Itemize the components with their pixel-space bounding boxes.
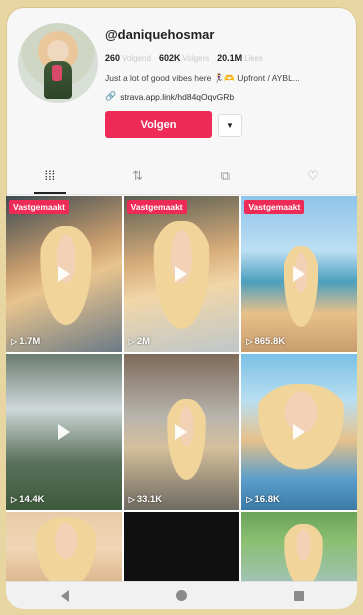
bookmark-icon: ⧉ xyxy=(220,167,231,183)
play-icon xyxy=(175,266,188,282)
system-nav-bar xyxy=(6,581,357,609)
tab-reposts[interactable]: ⇅ xyxy=(94,157,182,194)
tab-favorites[interactable]: ⧉ xyxy=(182,157,270,194)
nav-back-button[interactable] xyxy=(45,584,85,608)
play-count-icon: ▷ xyxy=(128,495,135,504)
tab-liked[interactable]: ♡ xyxy=(269,157,357,194)
nav-home-button[interactable] xyxy=(162,584,202,608)
video-tile[interactable] xyxy=(6,512,122,585)
play-icon xyxy=(293,424,306,440)
video-tile[interactable]: Vastgemaakt ▷ 865.8K xyxy=(241,196,357,352)
profile-header: @daniquehosmar 260 Volgend 602K Volgers 20… xyxy=(6,7,357,157)
liked-icon: ♡ xyxy=(307,167,319,183)
play-count-icon: ▷ xyxy=(246,495,253,504)
avatar[interactable] xyxy=(18,23,98,103)
video-grid: Vastgemaakt ▷ 1.7M Vastgemaakt ▷ 2M Vastge… xyxy=(6,196,357,585)
follow-button[interactable]: Volgen xyxy=(105,111,212,138)
stat-followers[interactable]: 602K Volgers xyxy=(159,53,209,63)
video-tile[interactable]: ▷ 16.8K xyxy=(241,354,357,510)
view-count: ▷ 865.8K xyxy=(246,336,286,347)
video-tile[interactable] xyxy=(123,512,240,585)
play-count-icon: ▷ xyxy=(246,337,253,346)
video-tile[interactable]: ▷ 14.4K xyxy=(6,354,122,510)
phone-screen: @daniquehosmar 260 Volgend 602K Volgers 20… xyxy=(6,7,357,609)
play-count-icon: ▷ xyxy=(128,337,135,346)
video-tile[interactable]: ▷ 33.1K xyxy=(123,354,240,510)
repost-icon: ⇅ xyxy=(132,167,144,183)
tab-videos[interactable]: ⁞⁞⁞ xyxy=(6,157,94,194)
chevron-down-icon: ▼ xyxy=(226,121,234,130)
play-icon xyxy=(57,424,70,440)
stat-following[interactable]: 260 Volgend xyxy=(105,53,151,63)
link-icon: 🔗 xyxy=(105,91,117,101)
profile-link[interactable]: 🔗 strava.app.link/hd84qOqvGRb xyxy=(105,91,234,102)
play-icon xyxy=(57,266,70,282)
view-count: ▷ 16.8K xyxy=(246,494,280,505)
stat-likes[interactable]: 20.1M Likes xyxy=(217,53,263,63)
video-tile[interactable]: Vastgemaakt ▷ 2M xyxy=(123,196,240,352)
nav-recents-button[interactable] xyxy=(279,584,319,608)
profile-bio: Just a lot of good vibes here 🏃‍♀️🫶 Upfr… xyxy=(105,73,300,83)
video-thumbnail xyxy=(281,246,322,336)
play-count-icon: ▷ xyxy=(11,495,18,504)
profile-stats: 260 Volgend 602K Volgers 20.1M Likes xyxy=(105,53,263,63)
video-tile[interactable]: Vastgemaakt ▷ 1.7M xyxy=(6,196,122,352)
more-options-button[interactable]: ▼ xyxy=(218,114,242,137)
grid-icon: ⁞⁞⁞ xyxy=(44,168,56,183)
video-thumbnail xyxy=(31,517,101,585)
view-count: ▷ 33.1K xyxy=(128,494,163,505)
pinned-badge: Vastgemaakt xyxy=(126,200,187,214)
recents-icon xyxy=(293,590,304,601)
video-tile[interactable] xyxy=(241,512,357,585)
avatar-drink xyxy=(52,65,62,81)
play-icon xyxy=(175,424,188,440)
view-count: ▷ 14.4K xyxy=(11,494,45,505)
view-count: ▷ 1.7M xyxy=(11,336,41,347)
profile-link-text: strava.app.link/hd84qOqvGRb xyxy=(120,91,235,102)
video-thumbnail xyxy=(281,524,327,585)
username: @daniquehosmar xyxy=(105,27,215,42)
pinned-badge: Vastgemaakt xyxy=(244,200,305,214)
play-count-icon: ▷ xyxy=(11,337,18,346)
back-icon xyxy=(60,589,69,602)
view-count: ▷ 2M xyxy=(128,336,151,347)
pinned-badge: Vastgemaakt xyxy=(9,200,69,214)
video-thumbnail xyxy=(163,399,209,489)
play-icon xyxy=(293,266,306,282)
profile-tabs: ⁞⁞⁞ ⇅ ⧉ ♡ xyxy=(6,157,357,195)
home-icon xyxy=(176,590,187,601)
